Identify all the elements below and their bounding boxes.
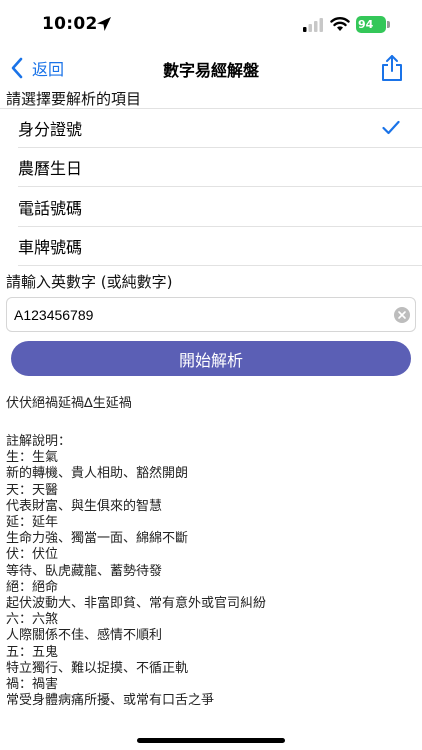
- note-line: 人際關係不佳、感情不順利: [6, 628, 163, 644]
- notes-heading: 註解說明：: [6, 434, 72, 449]
- cellular-signal-icon: [303, 18, 323, 32]
- note-line: 伏：伏位: [6, 547, 59, 563]
- battery-icon: 94: [356, 16, 390, 33]
- home-indicator: [137, 738, 285, 743]
- option-row-phone-number[interactable]: 電話號碼: [0, 187, 422, 227]
- option-row-license-plate[interactable]: 車牌號碼: [0, 227, 422, 267]
- wifi-icon: [330, 17, 350, 31]
- note-line: 五：五鬼: [6, 644, 59, 660]
- location-arrow-icon: [97, 17, 111, 31]
- status-bar: 10:02 94: [0, 0, 422, 50]
- number-input[interactable]: [14, 298, 384, 331]
- battery-level: 94: [358, 18, 374, 31]
- page-title: 數字易經解盤: [162, 61, 259, 80]
- option-label: 身分證號: [18, 119, 83, 139]
- note-line: 天：天醫: [6, 482, 59, 498]
- option-row-id-number[interactable]: 身分證號: [0, 108, 422, 148]
- status-time: 10:02: [42, 14, 98, 34]
- clear-icon[interactable]: [394, 307, 410, 323]
- analyze-button[interactable]: 開始解析: [11, 341, 411, 376]
- note-line: 禍：禍害: [6, 677, 59, 693]
- navigation-bar: 返回 數字易經解盤: [0, 50, 422, 86]
- checkmark-icon: [382, 120, 400, 135]
- notes-section: 註解說明： 生：生氣 新的轉機、貴人相助、豁然開朗 天：天醫 代表財富、與生俱來…: [6, 434, 416, 709]
- option-row-lunar-birthday[interactable]: 農曆生日: [0, 148, 422, 188]
- result-text: 伏伏絕禍延禍∆生延禍: [6, 396, 132, 411]
- option-list: 身分證號 農曆生日 電話號碼 車牌號碼: [0, 108, 422, 266]
- note-line: 六：六煞: [6, 612, 59, 628]
- note-line: 特立獨行、難以捉摸、不循正軌: [6, 660, 189, 676]
- note-line: 絕：絕命: [6, 579, 59, 595]
- share-icon[interactable]: [380, 54, 404, 82]
- note-line: 常受身體病痛所擾、或常有口舌之爭: [6, 693, 215, 709]
- note-line: 新的轉機、貴人相助、豁然開朗: [6, 466, 189, 482]
- select-section-label: 請選擇要解析的項目: [6, 90, 142, 108]
- number-input-field[interactable]: [6, 297, 416, 332]
- option-label: 電話號碼: [18, 198, 83, 218]
- note-line: 生命力強、獨當一面、綿綿不斷: [6, 531, 189, 547]
- note-line: 起伏波動大、非富即貧、常有意外或官司糾紛: [6, 596, 267, 612]
- option-label: 車牌號碼: [18, 238, 83, 258]
- note-line: 生：生氣: [6, 450, 59, 466]
- input-section-label: 請輸入英數字 (或純數字): [6, 273, 173, 291]
- option-label: 農曆生日: [18, 159, 83, 179]
- note-line: 等待、臥虎藏龍、蓄勢待發: [6, 563, 163, 579]
- note-line: 延：延年: [6, 515, 59, 531]
- note-line: 代表財富、與生俱來的智慧: [6, 498, 163, 514]
